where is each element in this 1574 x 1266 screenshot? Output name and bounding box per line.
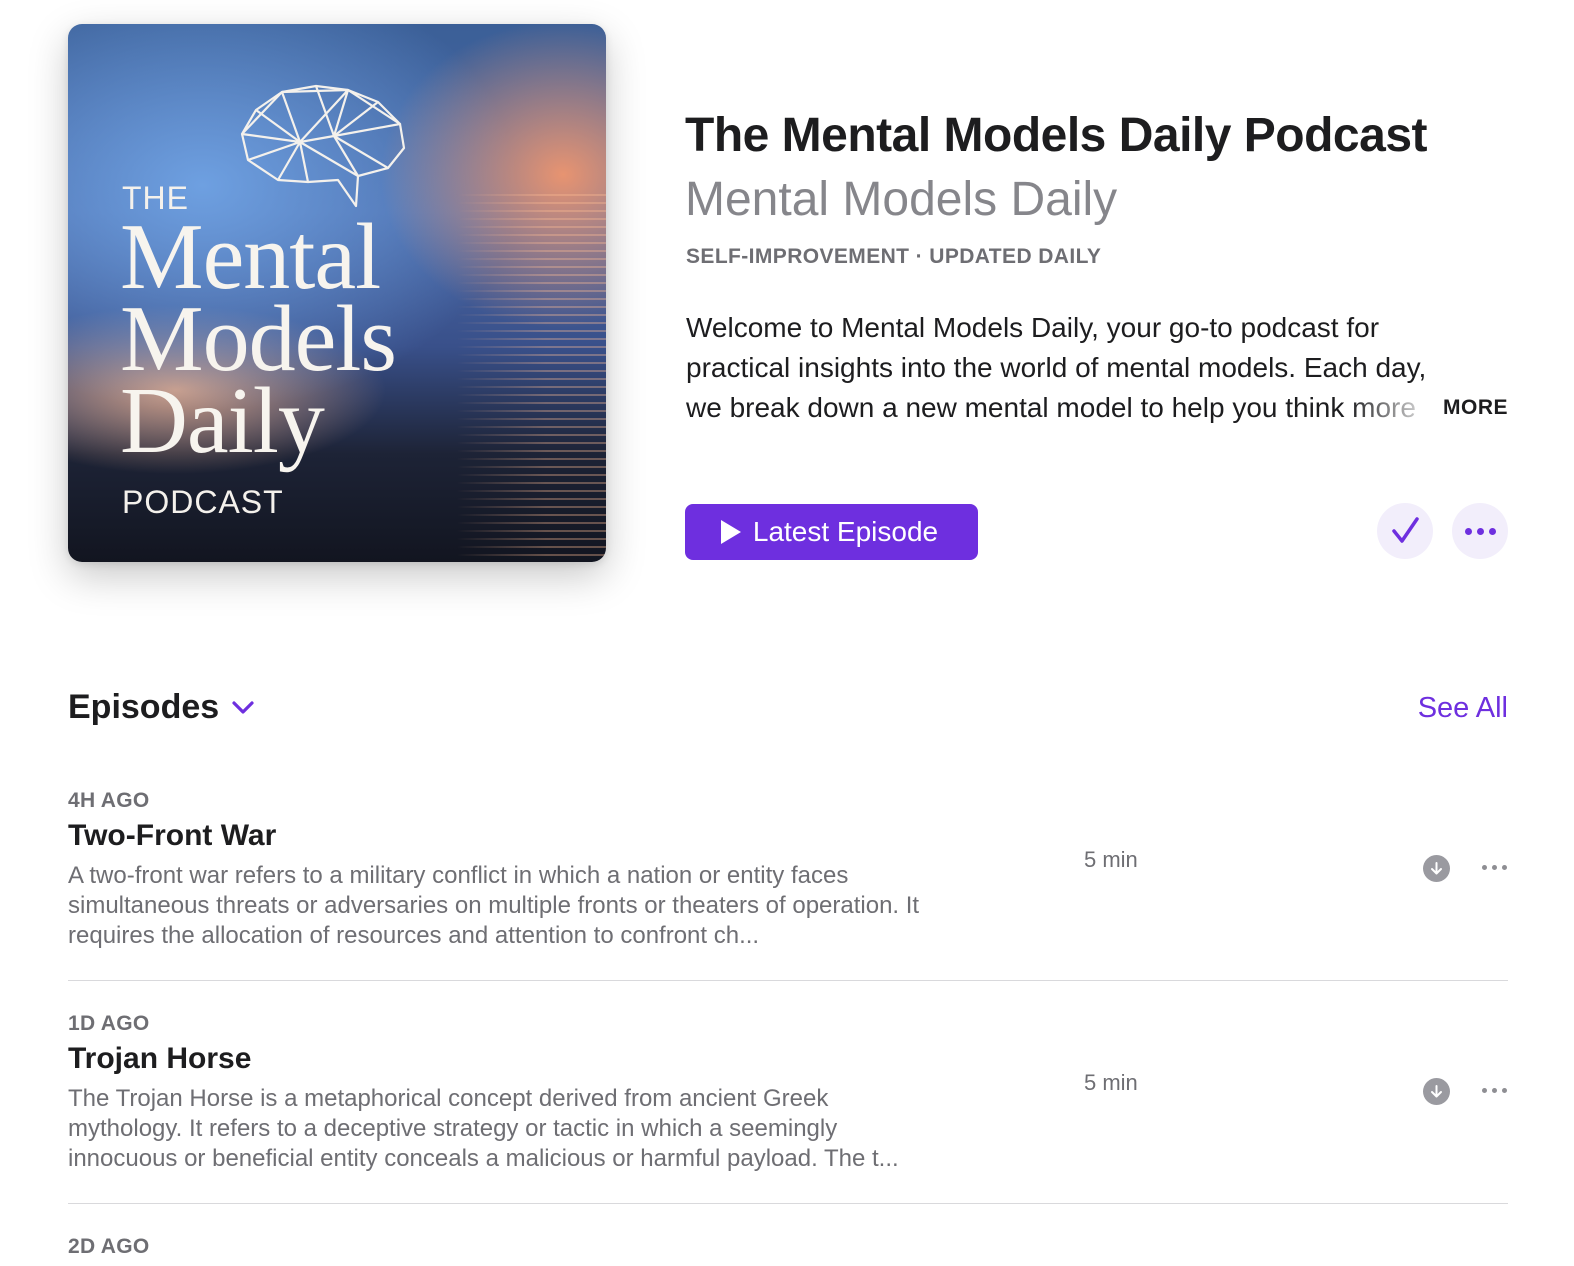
description-line: practical insights into the world of men… [686, 352, 1427, 383]
artwork-title: Mental Models Daily [120, 205, 397, 473]
description-line: Welcome to Mental Models Daily, your go-… [686, 312, 1380, 343]
play-icon [720, 520, 741, 544]
episode-row[interactable]: 2D AGO [68, 1235, 1508, 1261]
artwork-stripes [456, 194, 606, 562]
show-author-link[interactable]: Mental Models Daily [685, 172, 1117, 227]
artwork-podcast-label: PODCAST [122, 484, 284, 520]
download-icon[interactable] [1423, 1078, 1450, 1105]
episode-row[interactable]: 1D AGO Trojan Horse The Trojan Horse is … [68, 1012, 1508, 1174]
chevron-down-icon [232, 700, 254, 714]
episode-age: 4H AGO [68, 789, 150, 812]
description-line: we break down a new mental model to help… [686, 392, 1416, 423]
episode-title[interactable]: Two-Front War [68, 819, 1508, 853]
episodes-filter-dropdown[interactable]: Episodes [68, 688, 255, 727]
episodes-heading: Episodes [68, 688, 220, 726]
divider [68, 980, 1508, 981]
podcast-show-page: THE Mental Models Daily PODCAST The Ment… [0, 0, 1574, 1266]
episode-more-icon[interactable] [1482, 865, 1507, 870]
divider [68, 1203, 1508, 1204]
artwork-title-line: Daily [120, 369, 325, 473]
episode-title[interactable]: Trojan Horse [68, 1042, 1508, 1076]
more-button[interactable]: MORE [1443, 388, 1508, 428]
episode-description: A two-front war refers to a military con… [68, 862, 920, 949]
episode-age: 2D AGO [68, 1235, 150, 1258]
see-all-link[interactable]: See All [1418, 692, 1508, 725]
description-last-line: we break down a new mental model to help… [686, 388, 1508, 439]
podcast-artwork[interactable]: THE Mental Models Daily PODCAST [68, 24, 606, 562]
show-meta: SELF-IMPROVEMENT · UPDATED DAILY [686, 245, 1102, 268]
episode-row[interactable]: 4H AGO Two-Front War A two-front war ref… [68, 789, 1508, 951]
brain-icon [240, 84, 406, 208]
episode-description: The Trojan Horse is a metaphorical conce… [68, 1085, 899, 1172]
artwork-title-line: Mental [120, 205, 381, 309]
download-icon[interactable] [1423, 855, 1450, 882]
episode-more-icon[interactable] [1482, 1088, 1507, 1093]
latest-episode-label: Latest Episode [752, 516, 939, 547]
episode-age: 1D AGO [68, 1012, 150, 1035]
artwork-title-line: Models [120, 287, 397, 391]
subscribed-button[interactable] [1377, 503, 1433, 559]
episode-duration: 5 min [1084, 1070, 1138, 1095]
checkmark-icon [1392, 517, 1419, 543]
show-title: The Mental Models Daily Podcast [685, 109, 1428, 162]
latest-episode-button[interactable]: Latest Episode [685, 504, 978, 560]
ellipsis-icon [1464, 527, 1496, 535]
show-more-options-button[interactable] [1452, 503, 1508, 559]
show-description: Welcome to Mental Models Daily, your go-… [686, 308, 1508, 439]
episode-duration: 5 min [1084, 847, 1138, 872]
